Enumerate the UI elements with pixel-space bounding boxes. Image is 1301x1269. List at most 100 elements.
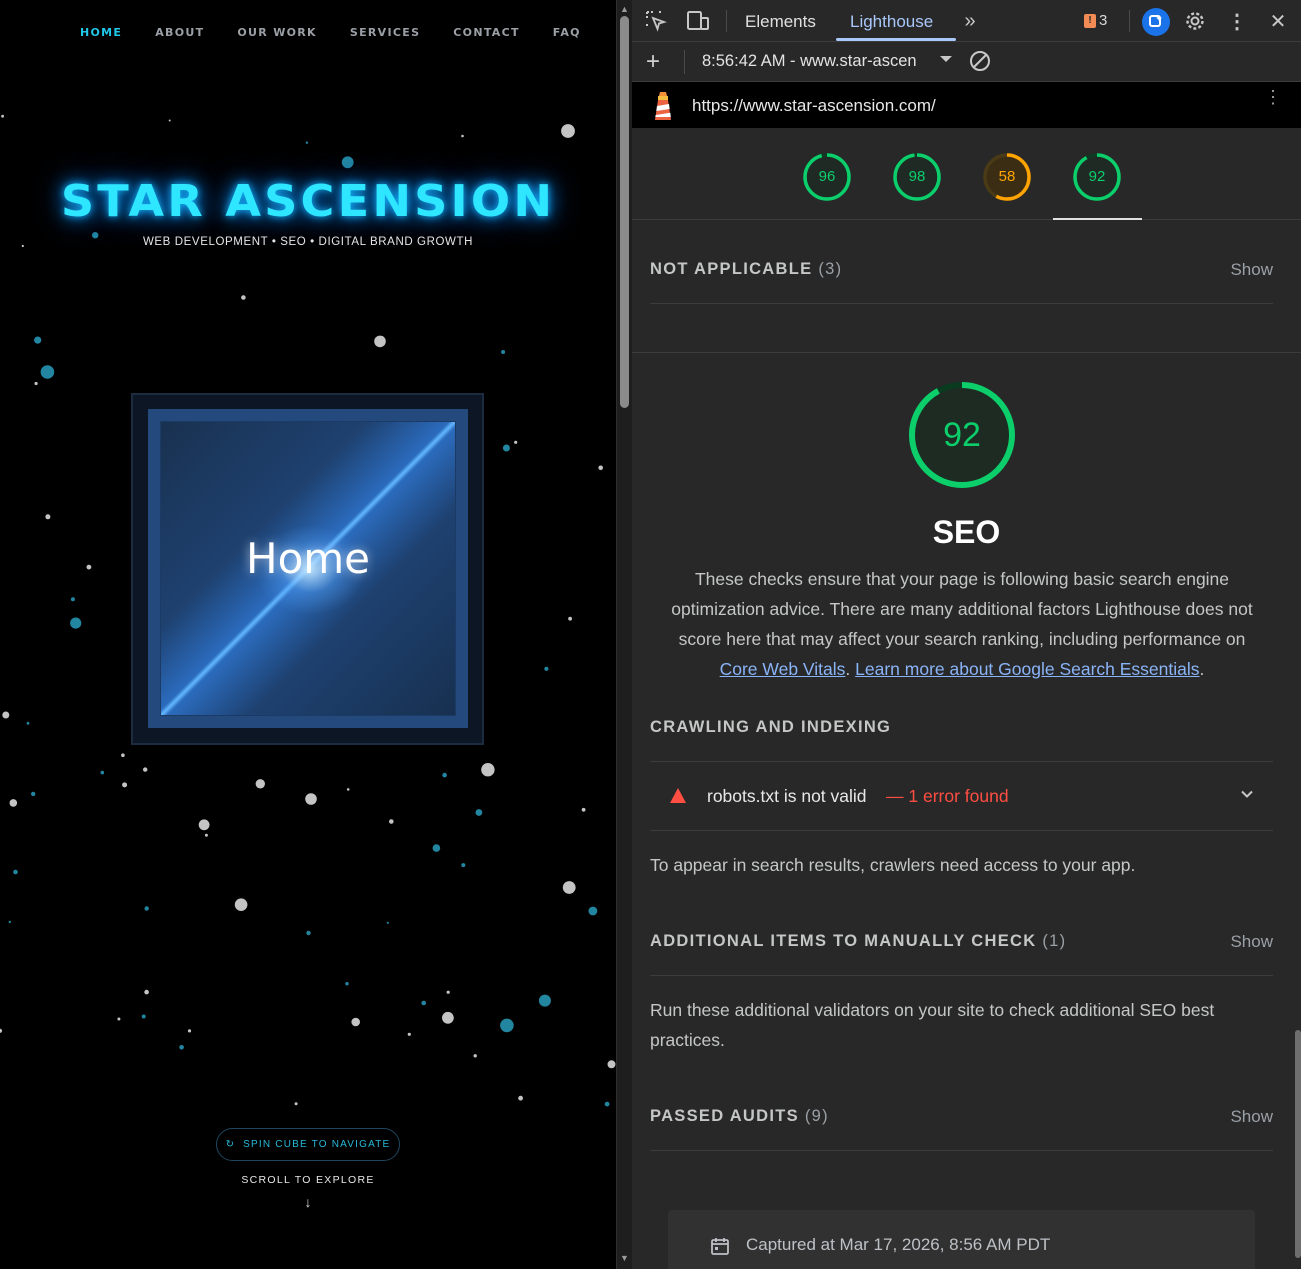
tab-lighthouse[interactable]: Lighthouse xyxy=(850,12,933,32)
devtools-panel: Elements Lighthouse » ! 3 ⋮ ✕ + 8:56:42 … xyxy=(632,0,1301,1269)
score-value: 58 xyxy=(998,168,1016,185)
lighthouse-toolbar: + 8:56:42 AM - www.star-ascen xyxy=(632,42,1301,82)
issue-flag-icon: ! xyxy=(1084,13,1096,28)
passed-audits-label: PASSED AUDITS (9) xyxy=(650,1107,829,1125)
score-gauge-seo[interactable]: 92 xyxy=(1072,152,1122,202)
star xyxy=(144,989,149,995)
star xyxy=(473,1054,477,1058)
star xyxy=(122,782,128,788)
brand-tagline: WEB DEVELOPMENT • SEO • DIGITAL BRAND GR… xyxy=(142,236,474,248)
issues-count: 3 xyxy=(1099,12,1108,29)
star xyxy=(9,799,18,807)
star xyxy=(26,721,30,725)
section-label-text: ADDITIONAL ITEMS TO MANUALLY CHECK xyxy=(650,932,1037,950)
search-essentials-link[interactable]: Learn more about Google Search Essential… xyxy=(855,659,1199,679)
star xyxy=(255,779,265,789)
star xyxy=(305,141,309,144)
section-label-text: NOT APPLICABLE xyxy=(650,260,813,278)
star xyxy=(442,1011,454,1024)
star xyxy=(294,1102,298,1106)
star xyxy=(475,809,483,816)
star xyxy=(168,119,171,122)
star xyxy=(100,770,105,775)
passed-audits-header[interactable]: PASSED AUDITS (9) Show xyxy=(650,1107,1273,1126)
devtools-scrollbar-thumb[interactable] xyxy=(1295,1030,1301,1258)
scroll-up-arrow-icon[interactable]: ▲ xyxy=(620,4,629,14)
captured-timestamp: Captured at Mar 17, 2026, 8:56 AM PDT xyxy=(746,1235,1051,1254)
show-manual-checks-button[interactable]: Show xyxy=(1230,932,1273,952)
site-nav: HOME ABOUT OUR WORK SERVICES CONTACT FAQ xyxy=(80,26,614,39)
star xyxy=(500,1018,514,1033)
more-options-icon[interactable]: ⋮ xyxy=(1225,9,1249,33)
nav-home-link[interactable]: HOME xyxy=(80,26,122,39)
star xyxy=(241,295,246,300)
score-gauge-best-practices[interactable]: 58 xyxy=(982,152,1032,202)
report-menu-icon[interactable]: ⋮ xyxy=(1264,88,1282,106)
core-web-vitals-link[interactable]: Core Web Vitals xyxy=(720,659,846,679)
audit-robots-txt[interactable]: robots.txt is not valid — 1 error found xyxy=(650,762,1273,830)
selected-category-indicator xyxy=(1053,218,1142,220)
issues-badge[interactable]: ! 3 xyxy=(1084,12,1107,29)
divider xyxy=(650,975,1273,976)
star xyxy=(45,514,51,520)
divider xyxy=(650,830,1273,831)
not-applicable-header[interactable]: NOT APPLICABLE (3) Show xyxy=(650,260,1273,279)
seo-category-title: SEO xyxy=(932,514,1001,550)
site-scrollbar[interactable]: ▲ ▼ xyxy=(616,0,632,1269)
star xyxy=(562,881,576,894)
show-passed-audits-button[interactable]: Show xyxy=(1230,1107,1273,1127)
scroll-down-arrow-icon[interactable]: ▼ xyxy=(620,1253,629,1263)
star xyxy=(598,465,603,471)
nav-about-link[interactable]: ABOUT xyxy=(155,26,204,39)
star xyxy=(604,1101,610,1107)
inspect-element-icon[interactable] xyxy=(644,9,668,33)
crawling-indexing-label: CRAWLING AND INDEXING xyxy=(650,718,892,736)
star xyxy=(386,921,389,924)
star xyxy=(141,1014,146,1019)
score-gauge-accessibility[interactable]: 98 xyxy=(892,152,942,202)
scroll-down-arrow-icon: ↓ xyxy=(304,1194,312,1210)
star xyxy=(1,114,5,118)
device-toolbar-icon[interactable] xyxy=(686,9,710,33)
star xyxy=(70,617,82,629)
spin-cube-button[interactable]: ↻ SPIN CUBE TO NAVIGATE xyxy=(216,1128,400,1161)
star xyxy=(204,833,208,837)
scrollbar-thumb[interactable] xyxy=(620,16,629,408)
chevron-down-icon[interactable] xyxy=(1241,788,1253,800)
star xyxy=(13,869,18,875)
nav-contact-link[interactable]: CONTACT xyxy=(453,26,519,39)
settings-gear-icon[interactable] xyxy=(1183,9,1207,33)
star xyxy=(502,444,510,452)
report-selector[interactable]: 8:56:42 AM - www.star-ascen xyxy=(702,52,917,71)
report-dropdown-caret-icon[interactable] xyxy=(940,56,952,62)
show-not-applicable-button[interactable]: Show xyxy=(1230,260,1273,280)
nav-our-work-link[interactable]: OUR WORK xyxy=(237,26,316,39)
report-url[interactable]: https://www.star-ascension.com/ xyxy=(692,96,936,116)
divider xyxy=(650,303,1273,304)
clear-reports-icon[interactable] xyxy=(969,50,991,72)
section-count: (1) xyxy=(1042,932,1067,950)
star xyxy=(518,1095,523,1101)
more-tabs-chevron-icon[interactable]: » xyxy=(958,9,982,33)
star xyxy=(121,753,125,757)
star xyxy=(514,440,518,444)
section-count: (9) xyxy=(804,1107,829,1125)
new-report-plus-icon[interactable]: + xyxy=(646,48,660,76)
nav-services-link[interactable]: SERVICES xyxy=(350,26,420,39)
tab-separator xyxy=(1129,10,1130,32)
manual-checks-label: ADDITIONAL ITEMS TO MANUALLY CHECK (1) xyxy=(650,932,1066,950)
score-value: 98 xyxy=(908,168,926,185)
manual-checks-header[interactable]: ADDITIONAL ITEMS TO MANUALLY CHECK (1) S… xyxy=(650,932,1273,951)
cube-label[interactable]: Home xyxy=(161,534,455,583)
spin-cube-label: SPIN CUBE TO NAVIGATE xyxy=(243,1139,391,1150)
star xyxy=(306,930,311,936)
nav-faq-link[interactable]: FAQ xyxy=(553,26,581,39)
close-icon[interactable]: ✕ xyxy=(1266,9,1290,33)
ai-assistance-icon[interactable] xyxy=(1142,8,1170,36)
tab-elements[interactable]: Elements xyxy=(745,12,816,32)
score-value: 92 xyxy=(1088,168,1106,185)
crawling-indexing-header: CRAWLING AND INDEXING xyxy=(650,718,1273,737)
star xyxy=(389,819,394,824)
audit-title: robots.txt is not valid xyxy=(707,786,867,806)
score-gauge-performance[interactable]: 96 xyxy=(802,152,852,202)
